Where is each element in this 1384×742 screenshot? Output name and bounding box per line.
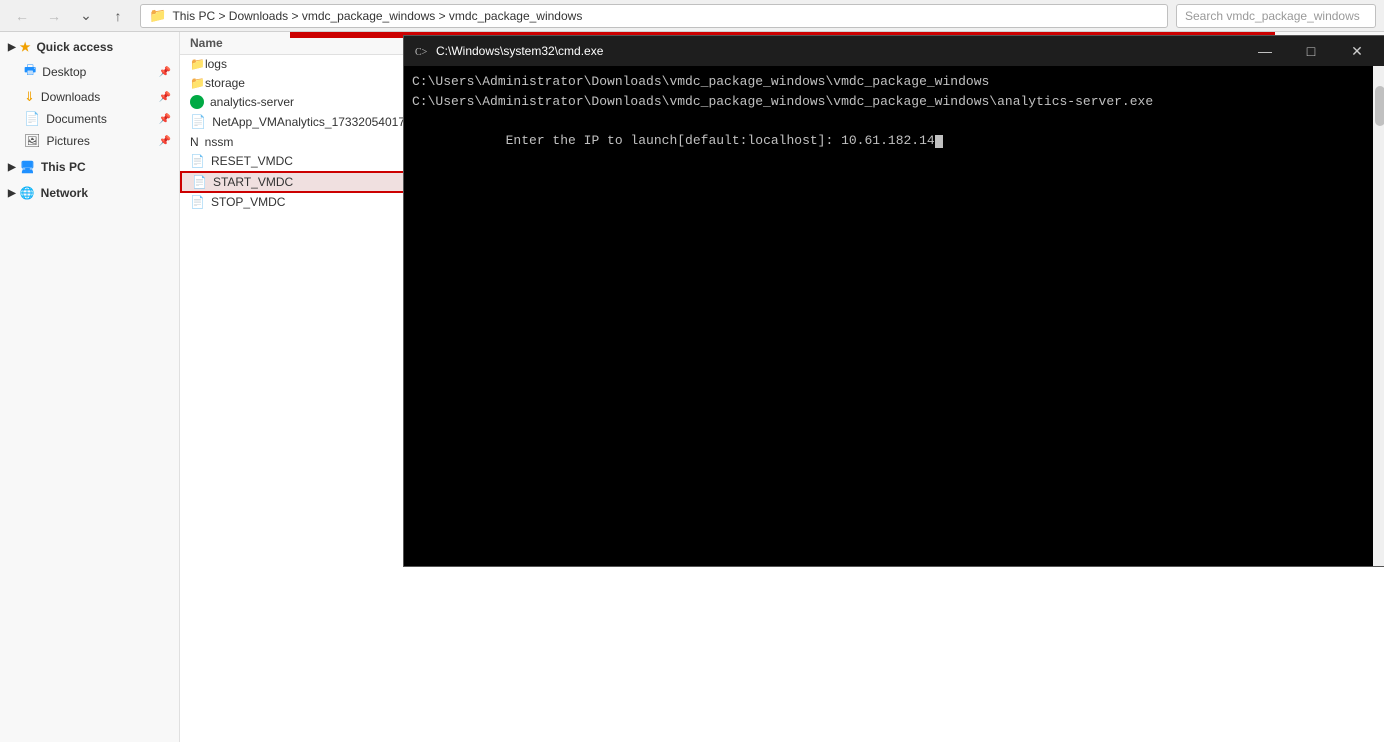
cmd-title-bar: C> C:\Windows\system32\cmd.exe — □ ✕ — [404, 36, 1384, 66]
cmd-line-3: Enter the IP to launch[default:localhost… — [412, 111, 1379, 170]
address-bar[interactable]: 📁 This PC > Downloads > vmdc_package_win… — [140, 4, 1168, 28]
folder-icon: 📁 — [190, 76, 205, 90]
file-name: STOP_VMDC — [211, 195, 285, 209]
pin-icon3: 📌 — [159, 114, 171, 125]
file-area: Name Date modified Type Size 📁 logs 12/3… — [180, 32, 1384, 742]
chevron-icon: ▶ — [8, 42, 16, 53]
main-layout: ▶ ★ Quick access 🖶 Desktop 📌 ⇓ Downloads… — [0, 32, 1384, 742]
this-pc-label: This PC — [41, 160, 86, 174]
documents-label: Documents — [46, 112, 107, 126]
file-name: START_VMDC — [213, 175, 293, 189]
file-name: logs — [205, 57, 227, 71]
pin-icon2: 📌 — [159, 92, 171, 103]
network-label: Network — [41, 186, 88, 200]
network-icon: 🌐 — [20, 186, 35, 200]
up-button[interactable]: ↑ — [104, 2, 132, 30]
quick-access-label: Quick access — [36, 40, 113, 54]
sidebar-item-documents[interactable]: 📄 Documents 📌 — [0, 108, 179, 130]
address-path: This PC > Downloads > vmdc_package_windo… — [172, 9, 582, 23]
pin-icon4: 📌 — [159, 136, 171, 147]
sidebar-item-pictures[interactable]: 🖼 Pictures 📌 — [0, 130, 179, 152]
star-icon: ★ — [20, 40, 31, 54]
title-bar: ← → ⌄ ↑ 📁 This PC > Downloads > vmdc_pac… — [0, 0, 1384, 32]
cmd-black-area — [404, 196, 1384, 566]
documents-icon: 📄 — [24, 111, 40, 127]
cmd-window-buttons: — □ ✕ — [1243, 36, 1379, 66]
chevron-net-icon: ▶ — [8, 188, 16, 199]
xlsx-icon: 📄 — [190, 114, 206, 130]
downloads-icon: ⇓ — [24, 89, 35, 105]
folder-icon: 📁 — [149, 7, 166, 24]
file-name: analytics-server — [210, 95, 294, 109]
cmd-window-container: C> C:\Windows\system32\cmd.exe — □ ✕ C:\… — [290, 32, 1275, 38]
file-name: storage — [205, 76, 245, 90]
cursor — [935, 135, 943, 148]
exe-icon — [190, 95, 204, 109]
cmd-minimize-button[interactable]: — — [1243, 36, 1287, 66]
network-header[interactable]: ▶ 🌐 Network — [0, 182, 179, 204]
cmd-icon: C> — [412, 43, 428, 59]
cmd-maximize-button[interactable]: □ — [1289, 36, 1333, 66]
desktop-icon: 🖶 — [24, 61, 36, 83]
cmd-window: C> C:\Windows\system32\cmd.exe — □ ✕ C:\… — [403, 35, 1384, 567]
navigation-buttons: ← → ⌄ ↑ — [8, 2, 132, 30]
file-name: RESET_VMDC — [211, 154, 293, 168]
forward-button[interactable]: → — [40, 2, 68, 30]
cmd-content: C:\Users\Administrator\Downloads\vmdc_pa… — [404, 66, 1384, 196]
sidebar-item-downloads[interactable]: ⇓ Downloads 📌 — [0, 86, 179, 108]
back-button[interactable]: ← — [8, 2, 36, 30]
folder-icon: 📁 — [190, 57, 205, 71]
pin-icon: 📌 — [159, 67, 171, 78]
svg-text:C>: C> — [415, 47, 427, 58]
nssm-icon: N — [190, 135, 199, 149]
quick-access-header[interactable]: ▶ ★ Quick access — [0, 36, 179, 58]
scrollbar-thumb[interactable] — [1375, 86, 1384, 126]
scrollbar-vertical[interactable] — [1373, 66, 1384, 566]
this-pc-header[interactable]: ▶ 🖥 This PC — [0, 156, 179, 178]
file-name: nssm — [205, 135, 234, 149]
search-box[interactable]: Search vmdc_package_windows — [1176, 4, 1376, 28]
bat-icon: 📄 — [190, 154, 205, 168]
recent-button[interactable]: ⌄ — [72, 2, 100, 30]
pc-icon: 🖥 — [20, 160, 35, 174]
bat-icon: 📄 — [190, 195, 205, 209]
desktop-label: Desktop — [42, 65, 86, 79]
sidebar-item-desktop[interactable]: 🖶 Desktop 📌 — [0, 58, 179, 86]
cmd-title-text: C:\Windows\system32\cmd.exe — [436, 44, 1243, 58]
downloads-label: Downloads — [41, 90, 100, 104]
sidebar: ▶ ★ Quick access 🖶 Desktop 📌 ⇓ Downloads… — [0, 32, 180, 742]
bat-icon: 📄 — [192, 175, 207, 189]
search-placeholder: Search vmdc_package_windows — [1185, 9, 1360, 23]
cmd-close-button[interactable]: ✕ — [1335, 36, 1379, 66]
cmd-line-2: C:\Users\Administrator\Downloads\vmdc_pa… — [412, 92, 1379, 112]
cmd-line-3-text: Enter the IP to launch[default:localhost… — [506, 133, 935, 148]
cmd-line-1: C:\Users\Administrator\Downloads\vmdc_pa… — [412, 72, 1379, 92]
pictures-label: Pictures — [47, 134, 90, 148]
pictures-icon: 🖼 — [24, 133, 41, 149]
chevron-pc-icon: ▶ — [8, 162, 16, 173]
